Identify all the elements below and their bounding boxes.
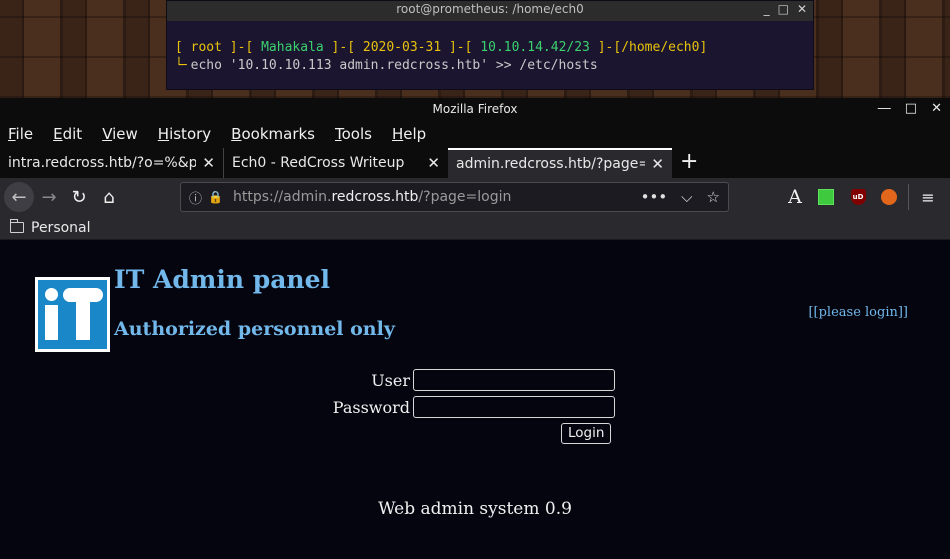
- hamburger-menu-icon[interactable]: ≡: [918, 182, 938, 212]
- tab-label: Ech0 - RedCross Writeup: [232, 155, 405, 171]
- menu-history[interactable]: History: [158, 125, 211, 143]
- menu-bar: File Edit View History Bookmarks Tools H…: [0, 120, 950, 148]
- back-button[interactable]: ←: [4, 182, 34, 212]
- page-actions-icon[interactable]: •••: [641, 188, 668, 206]
- close-tab-icon[interactable]: ✕: [202, 154, 215, 172]
- prompt-ip: 10.10.14.42/23: [480, 40, 590, 55]
- password-label: Password: [332, 398, 410, 417]
- maximize-icon[interactable]: □: [905, 98, 917, 120]
- please-login-link[interactable]: [[please login]]: [808, 305, 908, 320]
- url-prefix: https://admin.: [232, 189, 332, 205]
- navigation-toolbar: ← → ↻ ⌂ ⓘ 🔒 https://admin.redcross.htb/?…: [0, 178, 950, 216]
- home-button[interactable]: ⌂: [94, 182, 124, 212]
- login-button[interactable]: Login: [561, 423, 612, 444]
- terminal-window-controls: _ □ ✕: [764, 1, 807, 17]
- user-input[interactable]: [413, 369, 615, 391]
- url-suffix: /?page=login: [418, 189, 512, 205]
- it-logo: [35, 277, 110, 352]
- menu-tools[interactable]: Tools: [335, 125, 372, 143]
- close-icon[interactable]: ✕: [797, 1, 807, 17]
- window-controls: ― □ ✕: [878, 98, 942, 120]
- minimize-icon[interactable]: ―: [878, 98, 891, 120]
- tab-admin[interactable]: admin.redcross.htb/?page=l ✕: [448, 148, 672, 178]
- user-label: User: [371, 371, 410, 390]
- lock-icon[interactable]: 🔒: [208, 190, 223, 204]
- terminal-titlebar: root@prometheus: /home/ech0 _ □ ✕: [167, 1, 813, 21]
- page-title: IT Admin panel: [114, 265, 330, 294]
- firefox-titlebar: Mozilla Firefox ― □ ✕: [0, 98, 950, 120]
- menu-edit[interactable]: Edit: [53, 125, 82, 143]
- bookmark-star-icon[interactable]: ☆: [707, 188, 720, 206]
- close-tab-icon[interactable]: ✕: [651, 155, 664, 173]
- close-icon[interactable]: ✕: [931, 98, 942, 120]
- tab-label: intra.redcross.htb/?o=%&pa: [8, 155, 197, 171]
- menu-bookmarks[interactable]: Bookmarks: [231, 125, 315, 143]
- tab-label: admin.redcross.htb/?page=l: [456, 156, 646, 172]
- reload-button[interactable]: ↻: [64, 182, 94, 212]
- minimize-icon[interactable]: _: [764, 1, 770, 17]
- prompt-path: /home/ech0: [621, 40, 700, 55]
- menu-view[interactable]: View: [102, 125, 138, 143]
- new-tab-button[interactable]: +: [672, 148, 706, 178]
- reader-font-icon[interactable]: A: [785, 182, 805, 212]
- prompt-bracket: ]-[: [589, 40, 622, 55]
- tab-writeup[interactable]: Ech0 - RedCross Writeup ✕: [224, 148, 448, 178]
- tab-intra[interactable]: intra.redcross.htb/?o=%&pa ✕: [0, 148, 224, 178]
- folder-icon: [9, 219, 24, 233]
- prompt-bracket: ]-[: [323, 40, 363, 55]
- prompt-bracket: ]-[: [441, 40, 481, 55]
- terminal-window: root@prometheus: /home/ech0 _ □ ✕ [ root…: [166, 0, 814, 90]
- close-tab-icon[interactable]: ✕: [427, 154, 440, 172]
- forward-button[interactable]: →: [34, 182, 64, 212]
- pocket-icon[interactable]: ⌵: [681, 188, 692, 206]
- ublock-icon[interactable]: uD: [849, 182, 867, 212]
- prompt-bracket: ]: [699, 40, 708, 55]
- maximize-icon[interactable]: □: [778, 1, 789, 17]
- prompt-host: Mahakala: [261, 40, 324, 55]
- prompt-date: 2020-03-31: [362, 40, 442, 55]
- url-actions: ••• ⌵ ☆: [641, 183, 720, 211]
- url-text[interactable]: https://admin.redcross.htb/?page=login: [233, 189, 511, 205]
- prompt-bracket: ]-[: [221, 40, 262, 55]
- terminal-command: echo '10.10.10.113 admin.redcross.htb' >…: [190, 58, 598, 73]
- green-extension-icon[interactable]: [817, 182, 835, 212]
- menu-help[interactable]: Help: [392, 125, 426, 143]
- prompt-arrow: └╴: [175, 58, 191, 73]
- bookmarks-toolbar: Personal: [0, 216, 950, 240]
- url-domain: redcross.htb: [331, 189, 419, 205]
- menu-file[interactable]: File: [8, 125, 33, 143]
- footer-text: Web admin system 0.9: [378, 499, 572, 519]
- url-bar[interactable]: ⓘ 🔒 https://admin.redcross.htb/?page=log…: [180, 182, 729, 212]
- web-page-content: IT Admin panel Authorized personnel only…: [0, 255, 950, 559]
- prompt-bracket: [: [175, 40, 191, 55]
- bookmark-folder-personal[interactable]: Personal: [31, 220, 91, 236]
- password-input[interactable]: [413, 396, 615, 418]
- terminal-output[interactable]: [ root ]-[ Mahakala ]-[ 2020-03-31 ]-[ 1…: [167, 21, 813, 75]
- terminal-title: root@prometheus: /home/ech0: [396, 2, 584, 16]
- info-icon[interactable]: ⓘ: [189, 188, 202, 207]
- page-subtitle: Authorized personnel only: [114, 318, 395, 340]
- prompt-user: root: [190, 40, 222, 55]
- tab-bar: intra.redcross.htb/?o=%&pa ✕ Ech0 - RedC…: [0, 148, 950, 178]
- window-title: Mozilla Firefox: [432, 102, 518, 116]
- toolbar-divider: [908, 184, 909, 210]
- cookie-extension-icon[interactable]: [880, 182, 898, 212]
